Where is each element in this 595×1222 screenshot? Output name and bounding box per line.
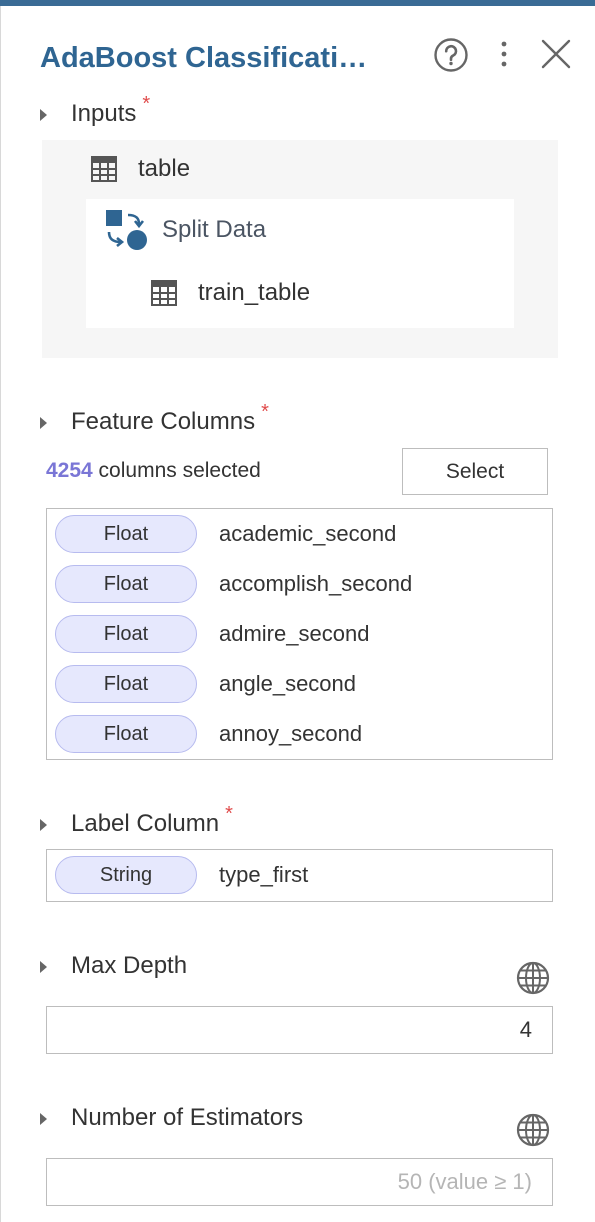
caret-right-icon: [40, 1113, 47, 1125]
feature-columns-list: Float academic_second Float accomplish_s…: [46, 508, 553, 760]
required-mark: *: [225, 802, 233, 825]
column-name: annoy_second: [219, 721, 363, 746]
selected-count-suffix: columns selected: [92, 459, 261, 482]
list-item[interactable]: Float angle_second: [55, 664, 356, 704]
feature-columns-label: Feature Columns: [71, 408, 256, 435]
output-table-item[interactable]: train_table: [150, 279, 310, 307]
required-mark: *: [142, 92, 151, 115]
list-item[interactable]: Float annoy_second: [55, 714, 362, 754]
table-icon: [151, 280, 177, 306]
column-type-badge: Float: [55, 565, 197, 603]
column-name: admire_second: [219, 621, 370, 646]
num-estimators-input[interactable]: [46, 1158, 553, 1206]
more-vertical-icon[interactable]: [490, 37, 518, 73]
caret-right-icon: [40, 961, 47, 973]
caret-right-icon: [40, 819, 47, 831]
select-columns-button[interactable]: Select: [402, 448, 548, 495]
label-column-field[interactable]: String type_first: [46, 849, 553, 902]
panel-left-border: [0, 6, 1, 1222]
source-table-item[interactable]: table: [90, 155, 190, 183]
selected-columns-count: 4254 columns selected: [46, 459, 261, 483]
column-type-badge: Float: [55, 615, 197, 653]
label-column-label: Label Column: [71, 810, 220, 837]
globe-icon[interactable]: [515, 960, 551, 996]
feature-columns-section-header[interactable]: Feature Columns *: [40, 401, 269, 436]
panel-top-bar: [0, 0, 595, 6]
list-item[interactable]: Float admire_second: [55, 614, 369, 654]
max-depth-input[interactable]: [46, 1006, 553, 1054]
column-type-badge: String: [55, 856, 197, 894]
column-name: type_first: [219, 862, 309, 887]
column-type-badge: Float: [55, 665, 197, 703]
inputs-label: Inputs: [71, 100, 137, 127]
help-circle-icon[interactable]: [433, 37, 469, 73]
required-mark: *: [261, 400, 269, 423]
inputs-section-header[interactable]: Inputs *: [40, 93, 150, 128]
globe-icon[interactable]: [515, 1112, 551, 1148]
column-name: accomplish_second: [219, 571, 413, 596]
caret-right-icon: [40, 417, 47, 429]
label-column-section-header[interactable]: Label Column *: [40, 803, 233, 838]
list-item: String type_first: [55, 855, 308, 895]
column-name: academic_second: [219, 521, 397, 546]
column-name: angle_second: [219, 671, 357, 696]
num-estimators-label: Number of Estimators: [71, 1104, 304, 1131]
selected-count-number: 4254: [46, 459, 93, 482]
split-data-icon: [106, 210, 147, 250]
caret-right-icon: [40, 109, 47, 121]
table-icon: [91, 156, 117, 182]
output-table-label: train_table: [198, 279, 311, 306]
list-item[interactable]: Float academic_second: [55, 514, 396, 554]
column-type-badge: Float: [55, 515, 197, 553]
list-item[interactable]: Float accomplish_second: [55, 564, 412, 604]
source-table-label: table: [138, 155, 191, 182]
max-depth-label: Max Depth: [71, 952, 188, 979]
column-type-badge: Float: [55, 715, 197, 753]
split-data-label: Split Data: [162, 216, 267, 243]
panel-title: AdaBoost Classificati…: [40, 42, 368, 74]
close-icon[interactable]: [538, 36, 574, 72]
split-data-operator[interactable]: Split Data: [106, 208, 266, 252]
max-depth-section-header[interactable]: Max Depth: [40, 952, 187, 980]
num-estimators-section-header[interactable]: Number of Estimators: [40, 1104, 303, 1132]
